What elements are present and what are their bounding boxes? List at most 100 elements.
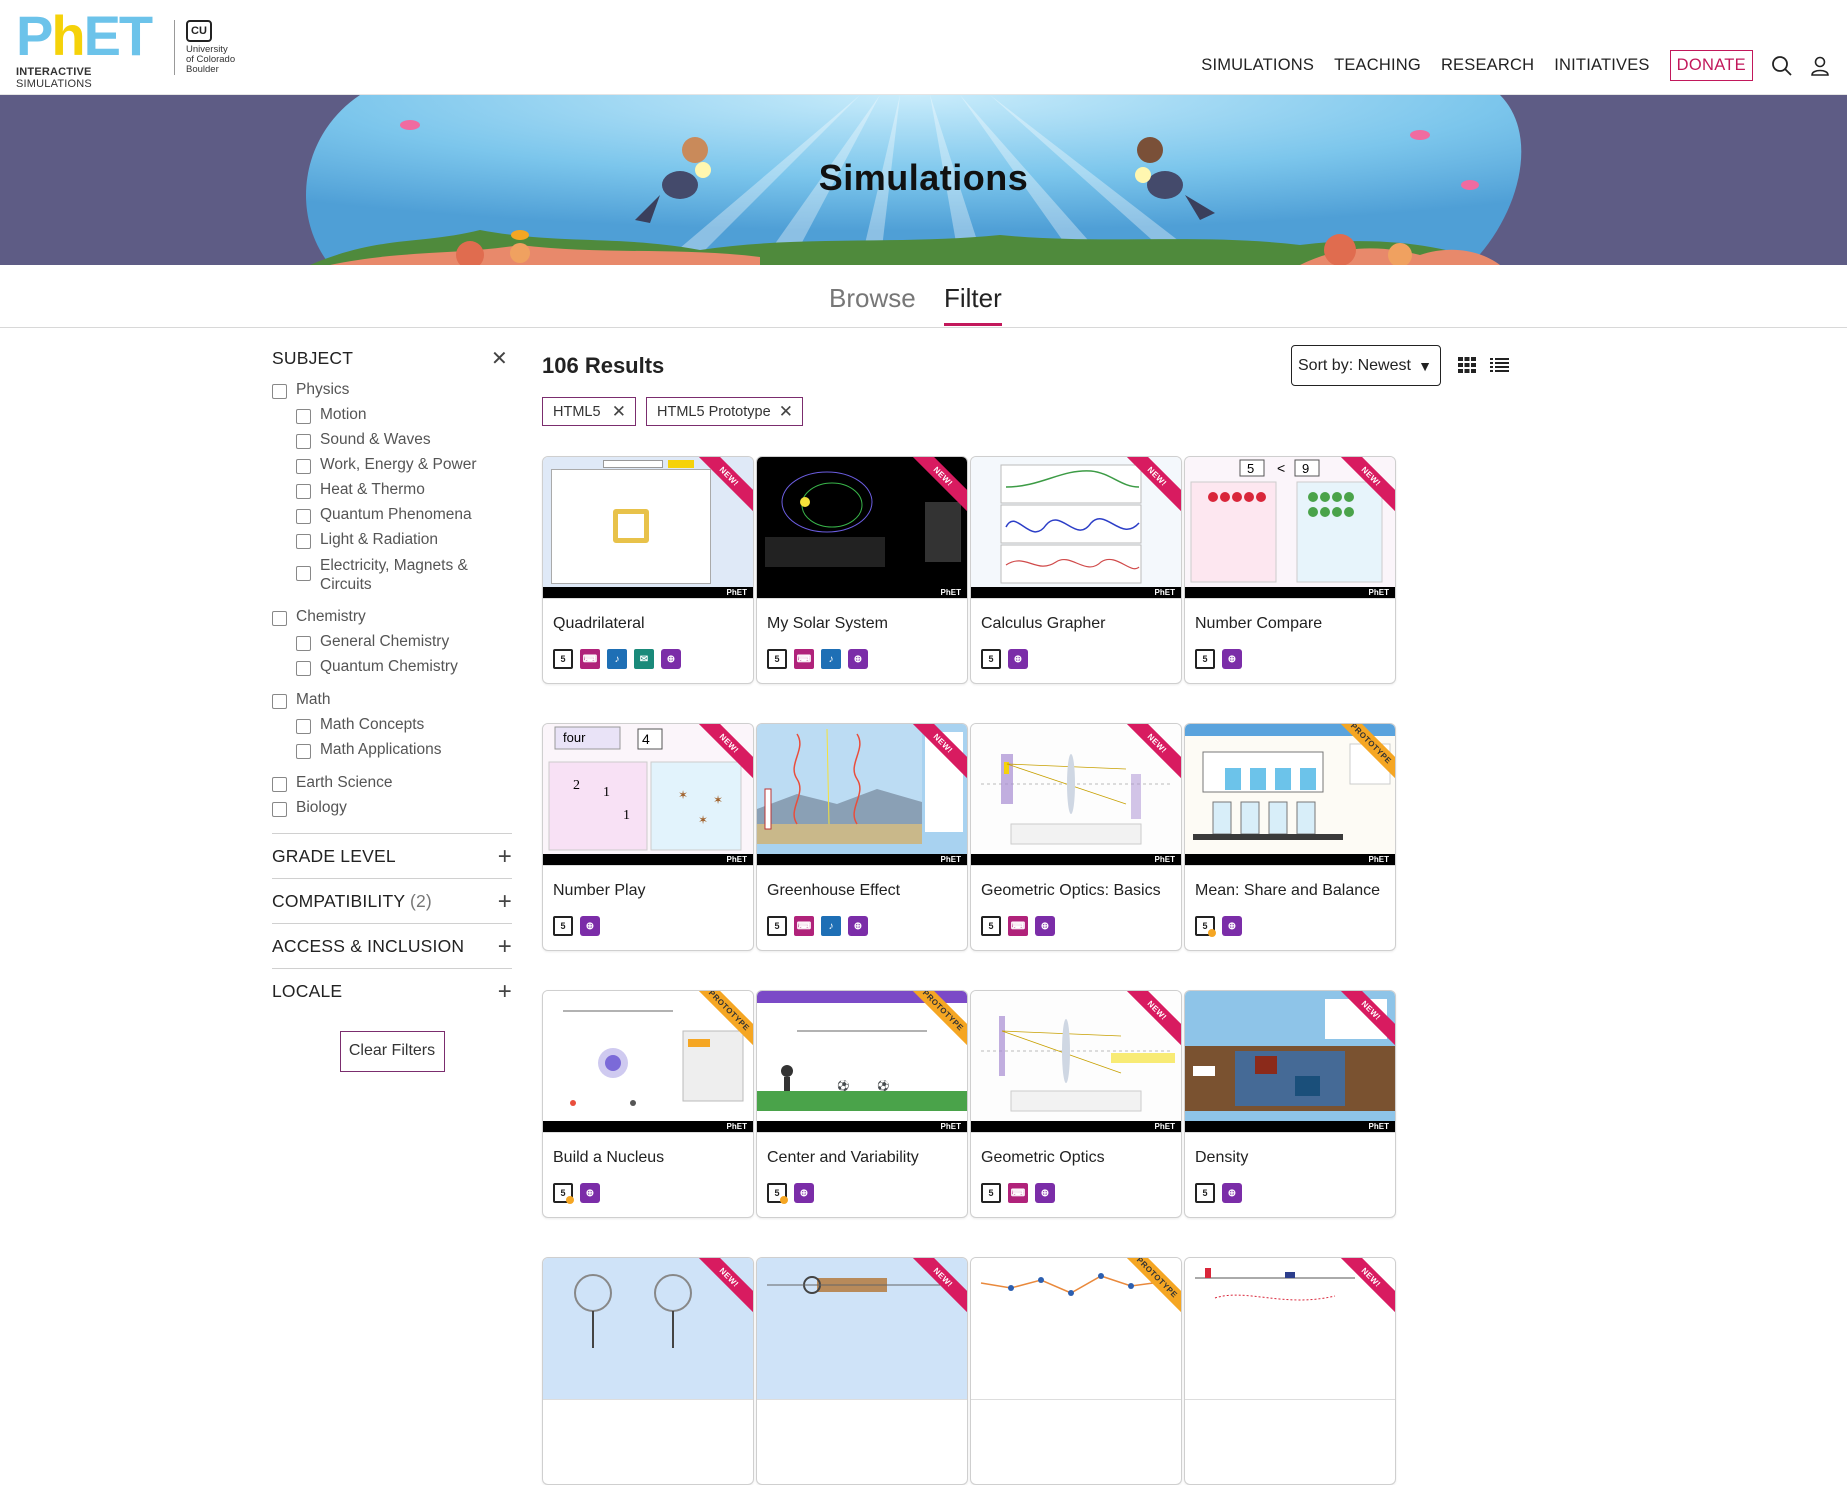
checkbox[interactable] <box>296 636 311 651</box>
checkbox[interactable] <box>296 534 311 549</box>
donate-button[interactable]: DONATE <box>1669 50 1753 81</box>
expand-plus-icon[interactable]: + <box>498 979 512 1003</box>
filter-chemistry[interactable]: Chemistry <box>272 608 512 633</box>
checkbox[interactable] <box>272 777 287 792</box>
chip-label: HTML5 <box>553 403 601 420</box>
sort-value: Newest <box>1357 356 1411 374</box>
filter-light-radiation[interactable]: Light & Radiation <box>272 531 512 556</box>
checkbox[interactable] <box>296 744 311 759</box>
sim-card-build-a-nucleus[interactable]: PROTOTYPE PhET Build a Nucleus 5 ⊕ <box>542 990 754 1218</box>
checkbox[interactable] <box>296 661 311 676</box>
checkbox[interactable] <box>272 694 287 709</box>
filter-quantum-phenomena[interactable]: Quantum Phenomena <box>272 506 512 531</box>
filter-general-chemistry[interactable]: General Chemistry <box>272 633 512 658</box>
sim-card-partial[interactable]: NEW! <box>756 1257 968 1485</box>
nav-initiatives[interactable]: INITIATIVES <box>1554 56 1649 75</box>
sim-card-partial[interactable]: NEW! <box>1184 1257 1396 1485</box>
filter-math-concepts[interactable]: Math Concepts <box>272 716 512 741</box>
nav-teaching[interactable]: TEACHING <box>1334 56 1421 75</box>
grade-level-section[interactable]: GRADE LEVEL + <box>272 833 512 878</box>
sim-card-quadrilateral[interactable]: NEW! PhET Quadrilateral 5 ⌨ ♪ ✉ ⊕ <box>542 456 754 684</box>
sort-select[interactable]: Sort by: Newest ▼ <box>1291 345 1441 386</box>
filter-electricity-magnets-circuits[interactable]: Electricity, Magnets & Circuits <box>272 556 512 600</box>
zoom-icon: ⊕ <box>848 649 868 669</box>
html5-icon: 5 <box>981 916 1001 936</box>
clear-filters-button[interactable]: Clear Filters <box>339 1031 445 1072</box>
svg-text:four: four <box>563 730 586 745</box>
expand-plus-icon[interactable]: + <box>498 934 512 958</box>
sim-card-center-and-variability[interactable]: ⚽ ⚽ PROTOTYPE PhET Center and Variability… <box>756 990 968 1218</box>
tab-browse[interactable]: Browse <box>829 283 916 314</box>
collapse-subject-icon[interactable]: ✕ <box>491 349 508 369</box>
remove-filter-icon[interactable]: ✕ <box>612 402 626 422</box>
sim-card-geometric-optics[interactable]: NEW! PhET Geometric Optics 5 ⌨ ⊕ <box>970 990 1182 1218</box>
grid-view-icon[interactable] <box>1458 357 1476 373</box>
active-filter-chip-html5-prototype[interactable]: HTML5 Prototype ✕ <box>646 397 803 426</box>
checkbox[interactable] <box>296 434 311 449</box>
phet-logo[interactable]: PhET INTERACTIVE SIMULATIONS <box>16 8 166 91</box>
filter-motion[interactable]: Motion <box>272 406 512 431</box>
active-filter-chip-html5[interactable]: HTML5 ✕ <box>542 397 636 426</box>
results-count: 106 Results <box>542 353 665 378</box>
sim-card-greenhouse-effect[interactable]: NEW! PhET Greenhouse Effect 5 ⌨ ♪ ⊕ <box>756 723 968 951</box>
expand-plus-icon[interactable]: + <box>498 889 512 913</box>
checkbox-label: Motion <box>320 406 367 423</box>
sim-navbar: PhET <box>757 587 967 598</box>
filter-biology[interactable]: Biology <box>272 799 512 824</box>
cu-boulder-logo[interactable]: CU University of Colorado Boulder <box>186 20 256 80</box>
sim-navbar: PhET <box>971 1121 1181 1132</box>
sim-card-partial[interactable]: NEW! <box>542 1257 754 1485</box>
remove-filter-icon[interactable]: ✕ <box>779 402 793 422</box>
checkbox[interactable] <box>272 611 287 626</box>
html5-icon: 5 <box>1195 1183 1215 1203</box>
checkbox[interactable] <box>296 719 311 734</box>
list-view-icon[interactable] <box>1490 357 1509 373</box>
user-account-icon[interactable] <box>1809 55 1831 77</box>
filter-sound-waves[interactable]: Sound & Waves <box>272 431 512 456</box>
sim-title: Center and Variability <box>767 1149 919 1166</box>
filter-heat-thermo[interactable]: Heat & Thermo <box>272 481 512 506</box>
filter-earth-science[interactable]: Earth Science <box>272 774 512 799</box>
sim-navbar: PhET <box>971 587 1181 598</box>
checkbox[interactable] <box>296 459 311 474</box>
html5-icon: 5 <box>553 916 573 936</box>
subject-section-header[interactable]: SUBJECT ✕ <box>272 348 512 369</box>
filter-physics[interactable]: Physics <box>272 381 512 406</box>
nav-simulations[interactable]: SIMULATIONS <box>1201 56 1314 75</box>
filter-quantum-chemistry[interactable]: Quantum Chemistry <box>272 658 512 683</box>
html5-icon: 5 <box>553 649 573 669</box>
filter-work-energy-power[interactable]: Work, Energy & Power <box>272 456 512 481</box>
keyboard-icon: ⌨ <box>794 649 814 669</box>
checkbox[interactable] <box>296 566 311 581</box>
checkbox[interactable] <box>296 484 311 499</box>
sim-card-partial[interactable]: PROTOTYPE <box>970 1257 1182 1485</box>
sim-card-number-compare[interactable]: 5 < 9 NEW! PhET Number Compare 5 ⊕ <box>1184 456 1396 684</box>
sim-thumbnail: NEW! <box>757 1258 967 1400</box>
sim-card-mean-share-and-balance[interactable]: PROTOTYPE PhET Mean: Share and Balance 5… <box>1184 723 1396 951</box>
sim-card-geometric-optics-basics[interactable]: NEW! PhET Geometric Optics: Basics 5 ⌨ ⊕ <box>970 723 1182 951</box>
svg-text:⚽: ⚽ <box>876 1079 889 1092</box>
compatibility-section[interactable]: COMPATIBILITY (2) + <box>272 878 512 923</box>
checkbox-label: Electricity, Magnets & Circuits <box>320 557 468 593</box>
tab-filter[interactable]: Filter <box>944 283 1002 314</box>
filter-math[interactable]: Math <box>272 691 512 716</box>
expand-plus-icon[interactable]: + <box>498 844 512 868</box>
checkbox[interactable] <box>272 384 287 399</box>
logo-tagline-rest: SIMULATIONS <box>16 78 92 90</box>
checkbox[interactable] <box>296 409 311 424</box>
checkbox[interactable] <box>272 802 287 817</box>
grade-level-heading: GRADE LEVEL <box>272 846 396 866</box>
checkbox[interactable] <box>296 509 311 524</box>
filter-math-applications[interactable]: Math Applications <box>272 741 512 766</box>
sim-card-calculus-grapher[interactable]: NEW! PhET Calculus Grapher 5 ⊕ <box>970 456 1182 684</box>
search-icon[interactable] <box>1771 55 1793 77</box>
sim-card-density[interactable]: NEW! PhET Density 5 ⊕ <box>1184 990 1396 1218</box>
locale-section[interactable]: LOCALE + <box>272 968 512 1013</box>
nav-research[interactable]: RESEARCH <box>1441 56 1534 75</box>
sim-card-number-play[interactable]: four 4 2 1 1 ✶ ✶ ✶ NEW! PhET Number Play… <box>542 723 754 951</box>
access-inclusion-section[interactable]: ACCESS & INCLUSION + <box>272 923 512 968</box>
sim-card-my-solar-system[interactable]: NEW! PhET My Solar System 5 ⌨ ♪ ⊕ <box>756 456 968 684</box>
keyboard-icon: ⌨ <box>1008 1183 1028 1203</box>
svg-text:2: 2 <box>573 778 580 793</box>
html5-icon: 5 <box>767 649 787 669</box>
